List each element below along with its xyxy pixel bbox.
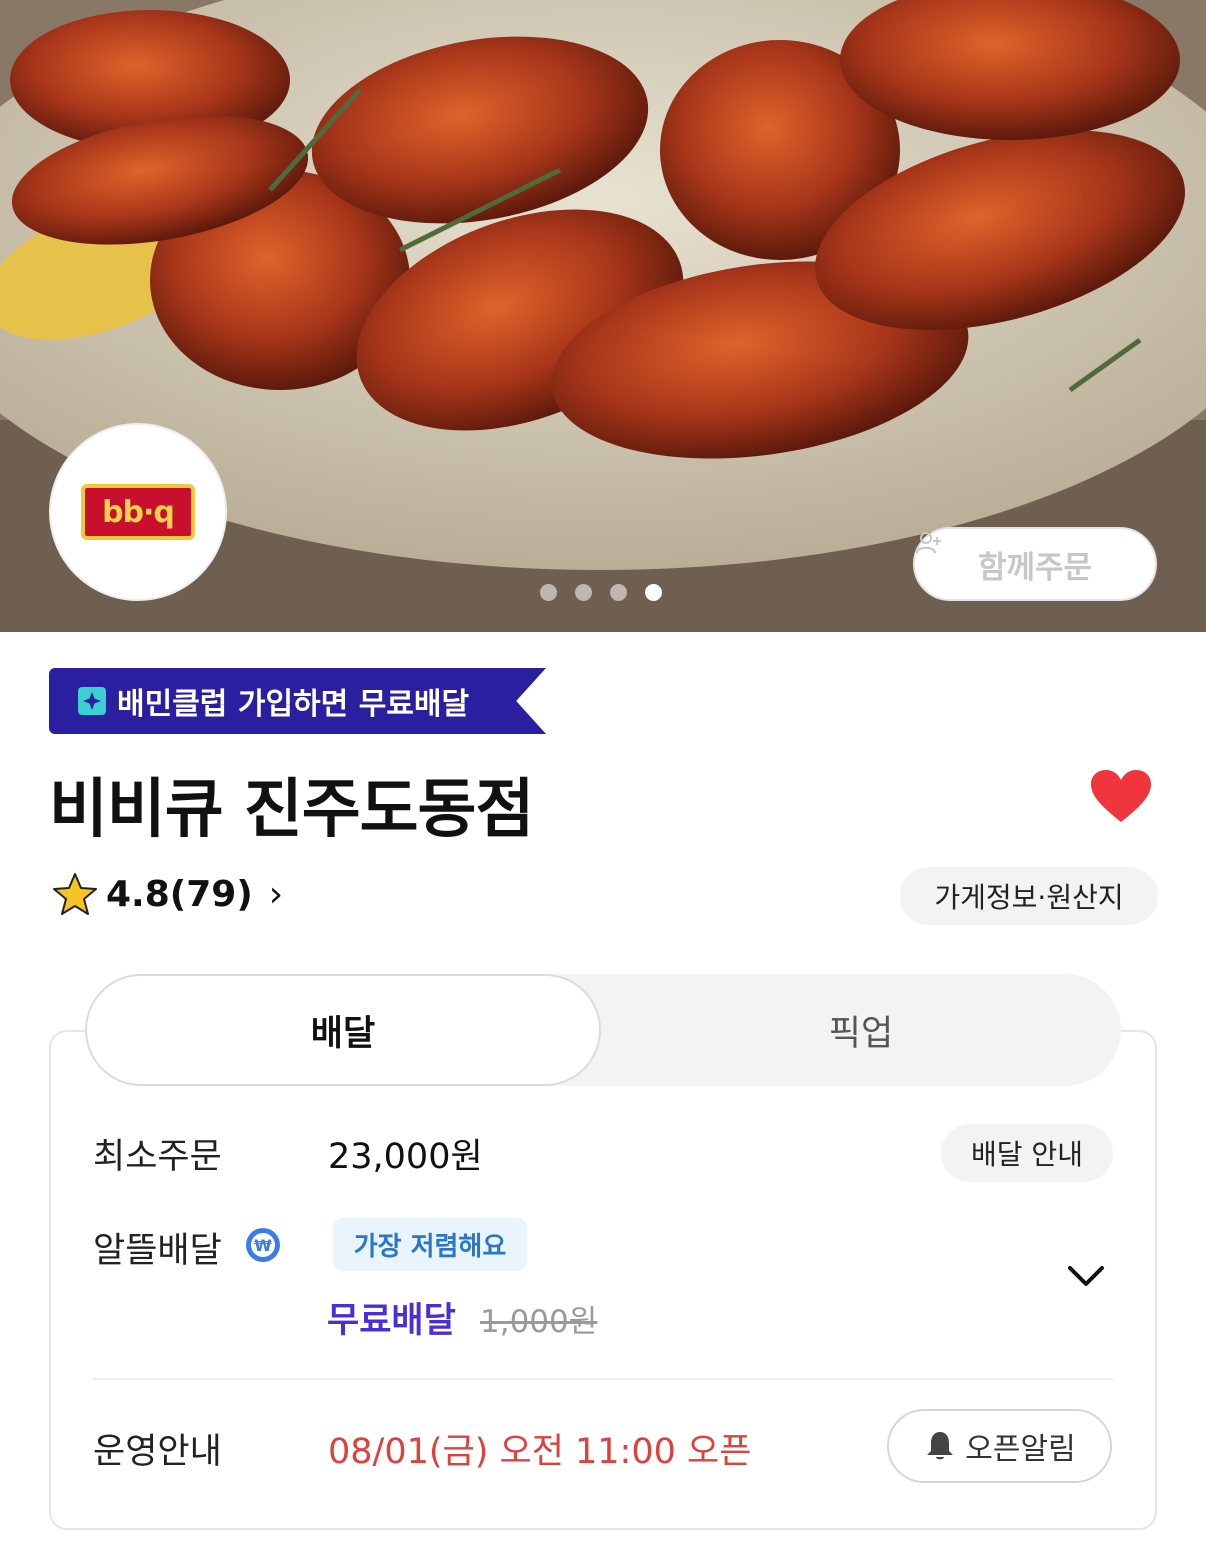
saver-delivery-label: 알뜰배달 — [93, 1231, 222, 1271]
logo-text: bb·q — [102, 494, 175, 530]
carousel-dot[interactable] — [540, 584, 557, 601]
rating-row[interactable]: 4.8(79) › — [52, 872, 283, 916]
free-delivery-text: 무료배달 — [327, 1301, 456, 1341]
club-banner-label: 배민클럽 가입하면 무료배달 — [117, 687, 470, 722]
chevron-right-icon: › — [268, 873, 284, 915]
favorite-heart-icon[interactable] — [1091, 770, 1151, 824]
carousel-dot-active[interactable] — [645, 584, 662, 601]
min-order-value: 23,000원 — [328, 1137, 483, 1177]
min-order-label: 최소주문 — [93, 1137, 222, 1177]
open-alarm-button[interactable]: 오픈알림 — [887, 1409, 1112, 1483]
carousel-indicator — [540, 584, 662, 601]
together-order-button[interactable]: 함께주문 — [913, 527, 1157, 601]
svg-text:₩: ₩ — [254, 1236, 272, 1255]
chevron-down-icon[interactable] — [1066, 1262, 1106, 1290]
won-badge-icon: ₩ — [246, 1228, 280, 1262]
tab-delivery[interactable]: 배달 — [85, 974, 601, 1086]
cheapest-tag: 가장 저렴해요 — [333, 1218, 527, 1271]
star-icon — [53, 873, 97, 915]
delivery-info-button[interactable]: 배달 안내 — [941, 1124, 1113, 1182]
bbq-logo: bb·q — [81, 484, 195, 540]
order-type-tabs: 배달 픽업 — [85, 974, 1121, 1086]
rating-value: 4.8(79) — [106, 873, 253, 915]
carousel-dot[interactable] — [575, 584, 592, 601]
store-info-origin-chip[interactable]: 가게정보·원산지 — [900, 867, 1158, 925]
open-alarm-label: 오픈알림 — [965, 1432, 1076, 1467]
tab-pickup[interactable]: 픽업 — [601, 974, 1121, 1086]
divider — [93, 1378, 1113, 1380]
store-name: 비비큐 진주도동점 — [49, 773, 534, 847]
bell-icon — [927, 1432, 954, 1460]
add-person-icon — [916, 532, 941, 554]
together-order-label: 함께주문 — [977, 549, 1093, 586]
original-fee: 1,000원 — [480, 1304, 598, 1340]
carousel-dot[interactable] — [610, 584, 627, 601]
hours-label: 운영안내 — [93, 1432, 222, 1472]
baemin-club-banner[interactable]: 배민클럽 가입하면 무료배달 — [49, 668, 546, 734]
open-time-text: 08/01(금) 오전 11:00 오픈 — [328, 1432, 752, 1472]
club-star-icon — [78, 687, 106, 715]
store-logo: bb·q — [49, 423, 227, 601]
hero-image: bb·q 함께주문 — [0, 0, 1206, 632]
